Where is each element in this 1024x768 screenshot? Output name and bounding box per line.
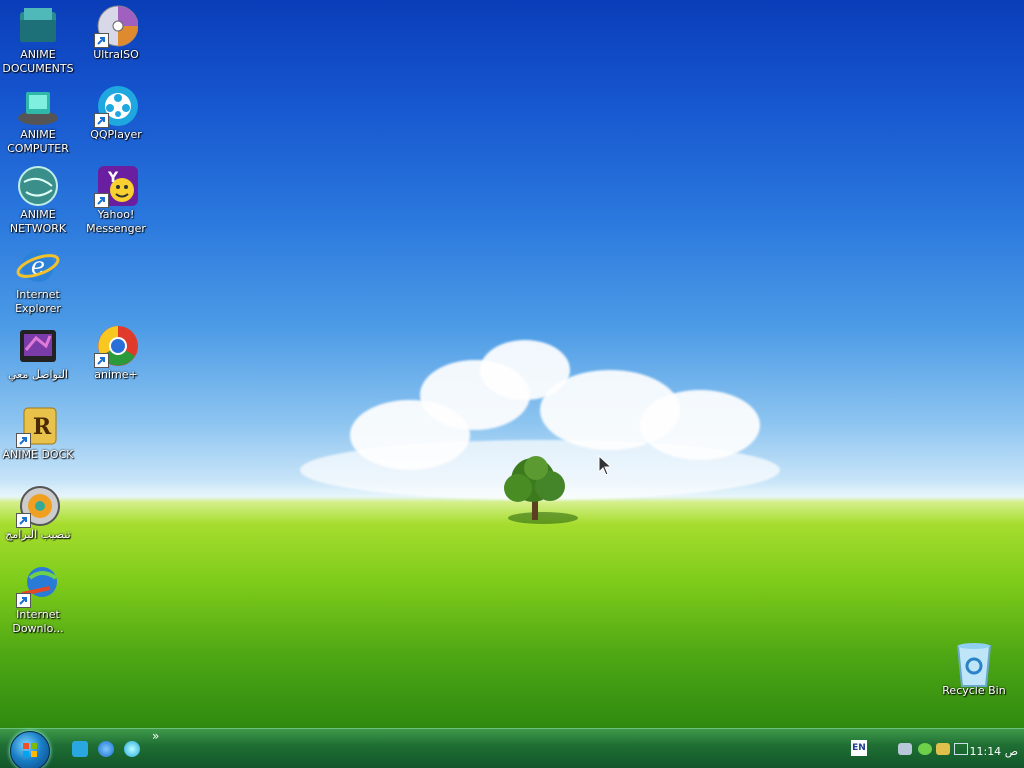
recycle-bin-icon: [952, 640, 996, 687]
shortcut-arrow-icon: [16, 433, 31, 448]
computer-icon: [16, 84, 60, 128]
qqplayer-icon: [94, 84, 138, 128]
network-icon[interactable]: [918, 743, 932, 755]
svg-text:R: R: [33, 414, 52, 440]
desktop-icon-anime-plus[interactable]: anime+: [80, 324, 152, 382]
taskbar-clock[interactable]: 11:14 ص: [969, 745, 1018, 758]
desktop-icon-anime-computer[interactable]: ANIME COMPUTER: [2, 84, 74, 156]
download-manager-icon: [16, 564, 60, 608]
update-icon[interactable]: [936, 743, 950, 755]
icon-label: ANIME NETWORK: [9, 208, 67, 235]
shortcut-arrow-icon: [94, 193, 109, 208]
taskbar: » EN 11:14 ص: [0, 728, 1024, 768]
desktop-icon-anime-dock[interactable]: R ANIME DOCK: [2, 404, 74, 462]
dock-r-icon: R: [16, 404, 60, 448]
shortcut-arrow-icon: [16, 513, 31, 528]
tree: [504, 456, 578, 524]
shortcut-arrow-icon: [16, 593, 31, 608]
desktop-icon-internet-download[interactable]: Internet Downlo...: [2, 564, 74, 636]
icon-label: UltraISO: [93, 48, 139, 61]
language-indicator[interactable]: EN: [851, 740, 867, 756]
quick-launch-overflow[interactable]: »: [152, 729, 159, 743]
desktop-icon-recycle-bin[interactable]: Recycle Bin: [938, 640, 1010, 698]
icon-label: anime+: [94, 368, 138, 381]
disc-icon: [94, 4, 139, 48]
desktop-icon-anime-documents[interactable]: ANIME DOCUMENTS: [2, 4, 74, 76]
internet-explorer-icon: e: [16, 244, 60, 288]
desktop-icon-anime-network[interactable]: ANIME NETWORK: [2, 164, 74, 236]
shortcut-arrow-icon: [94, 113, 109, 128]
shortcut-arrow-icon: [94, 33, 109, 48]
folder-purple-icon: [16, 324, 60, 368]
icon-label: ANIME DOCUMENTS: [2, 48, 74, 75]
keyboard-icon[interactable]: [954, 743, 968, 755]
shortcut-arrow-icon: [94, 353, 109, 368]
icon-label: التواصل معي: [7, 368, 68, 381]
folder-docs-icon: [16, 4, 60, 48]
desktop-icon-qqplayer[interactable]: QQPlayer: [80, 84, 152, 142]
mouse-cursor-icon: [598, 455, 613, 476]
internet-explorer-icon[interactable]: [98, 741, 114, 757]
svg-text:Y: Y: [107, 170, 119, 186]
show-desktop-icon[interactable]: [72, 741, 88, 757]
desktop-icon-yahoo-messenger[interactable]: Y Yahoo! Messenger: [80, 164, 152, 236]
start-orb-icon[interactable]: [10, 731, 50, 768]
qqplayer-icon[interactable]: [124, 741, 140, 757]
icon-label: Internet Explorer: [15, 288, 61, 315]
icon-label: تنصيب البرامج: [5, 528, 71, 541]
installer-disc-icon: [16, 484, 60, 528]
desktop-icon-ultraiso[interactable]: UltraISO: [80, 4, 152, 62]
icon-label: ANIME COMPUTER: [7, 128, 69, 155]
desktop-background: ANIME DOCUMENTS ANIME COMPUTER ANIME NET…: [0, 0, 1024, 728]
icon-label: Internet Downlo...: [12, 608, 64, 635]
speaker-icon[interactable]: [898, 743, 912, 755]
desktop-icon-internet-explorer[interactable]: e Internet Explorer: [2, 244, 74, 316]
icon-label: Yahoo! Messenger: [86, 208, 146, 235]
yahoo-messenger-icon: Y: [94, 164, 138, 208]
desktop-icon-install-programs[interactable]: تنصيب البرامج: [2, 484, 74, 542]
chrome-icon: [94, 324, 138, 368]
desktop-icon-contact-folder[interactable]: التواصل معي: [2, 324, 74, 382]
network-globe-icon: [16, 164, 60, 208]
icon-label: ANIME DOCK: [2, 448, 74, 461]
icon-label: QQPlayer: [90, 128, 142, 141]
